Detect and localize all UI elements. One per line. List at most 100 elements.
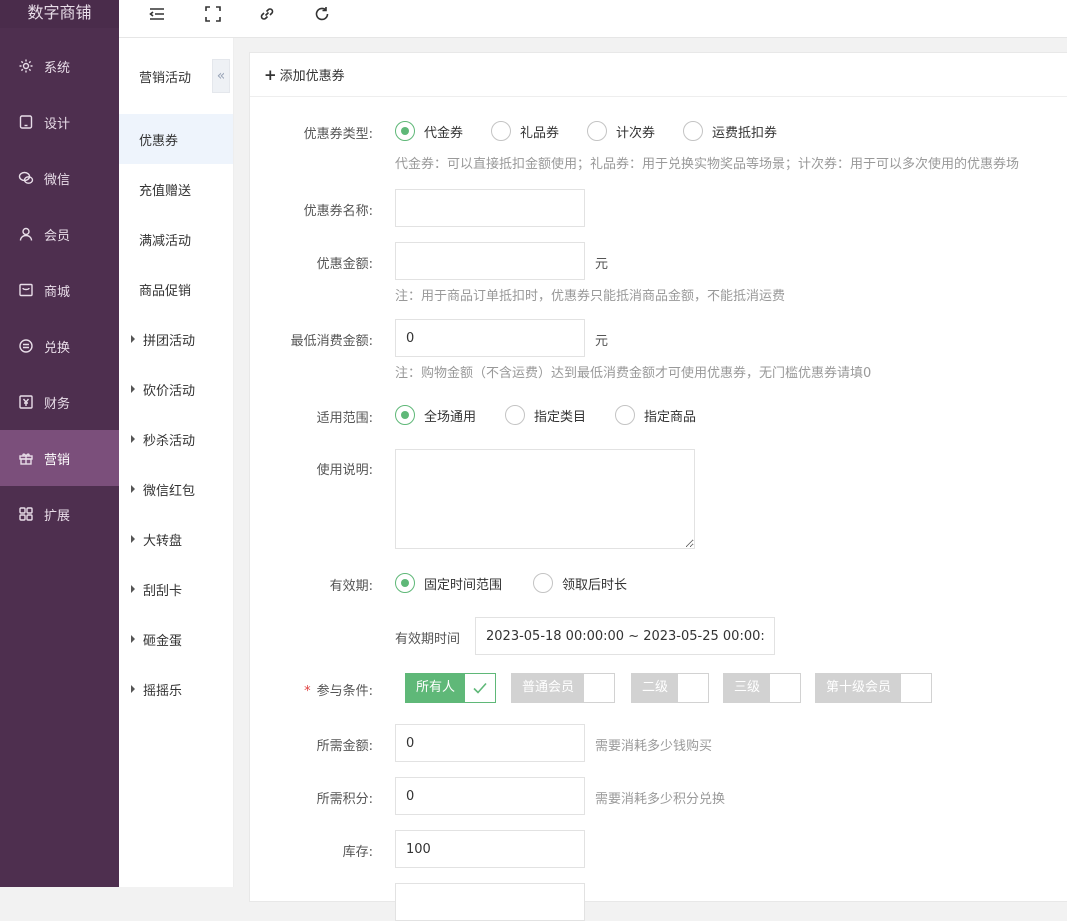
- radio-type-gift[interactable]: 礼品券: [491, 121, 559, 141]
- wechat-icon: [18, 170, 34, 186]
- sub-item-label: 砸金蛋: [143, 633, 183, 649]
- sub-item-group-buy[interactable]: 拼团活动: [119, 314, 233, 364]
- condition-level10-checkbox[interactable]: 第十级会员: [815, 673, 933, 703]
- nav-label: 兑换: [44, 340, 71, 356]
- nav-item-exchange[interactable]: 兑换: [0, 318, 119, 374]
- caret-right-icon: [131, 635, 135, 643]
- condition-level3-checkbox[interactable]: 三级: [723, 673, 802, 703]
- radio-label: 指定商品: [644, 409, 697, 425]
- points-input[interactable]: [395, 777, 585, 815]
- nav-item-extend[interactable]: 扩展: [0, 486, 119, 542]
- sub-item-recharge-gift[interactable]: 充值赠送: [119, 164, 233, 214]
- sub-item-full-reduction[interactable]: 满减活动: [119, 214, 233, 264]
- condition-all-checkbox[interactable]: 所有人: [405, 673, 497, 703]
- nav-item-marketing[interactable]: 营销: [0, 430, 119, 486]
- tag-label: 第十级会员: [816, 674, 902, 702]
- radio-label: 礼品券: [520, 125, 560, 141]
- plus-icon: +: [264, 65, 277, 84]
- radio-circle: [395, 573, 415, 593]
- sub-item-label: 商品促销: [139, 283, 192, 299]
- condition-level2-checkbox[interactable]: 二级: [631, 673, 710, 703]
- sub-item-bargain[interactable]: 砍价活动: [119, 364, 233, 414]
- shop-icon: [18, 282, 34, 298]
- sub-item-label: 摇摇乐: [143, 683, 183, 699]
- top-toolbar: [119, 0, 1067, 38]
- link-icon[interactable]: [257, 4, 277, 24]
- description-textarea[interactable]: [395, 449, 695, 549]
- radio-circle: [395, 121, 415, 141]
- amount-unit: 元: [595, 257, 609, 272]
- min-spend-input[interactable]: [395, 319, 585, 357]
- radio-type-count[interactable]: 计次券: [587, 121, 655, 141]
- fullscreen-icon[interactable]: [203, 4, 223, 24]
- nav-item-wechat[interactable]: 微信: [0, 150, 119, 206]
- tag-label: 二级: [632, 674, 679, 702]
- next-field-input[interactable]: [395, 883, 585, 921]
- radio-scope-product[interactable]: 指定商品: [615, 405, 696, 425]
- nav-label: 营销: [44, 452, 71, 468]
- sub-item-scratch-card[interactable]: 刮刮卡: [119, 564, 233, 614]
- amount-hint: 注：用于商品订单抵扣时，优惠券只能抵消商品金额，不能抵消运费: [395, 289, 786, 304]
- caret-right-icon: [131, 485, 135, 493]
- field-label: 优惠券名称:: [303, 204, 373, 219]
- sub-item-label: 优惠券: [139, 133, 179, 149]
- radio-scope-all[interactable]: 全场通用: [395, 405, 476, 425]
- field-label: 最低消费金额:: [290, 334, 373, 349]
- validity-range-input[interactable]: [475, 617, 775, 655]
- nav-label: 系统: [44, 60, 71, 76]
- radio-label: 全场通用: [424, 409, 477, 425]
- radio-label: 指定类目: [534, 409, 587, 425]
- sub-item-shake[interactable]: 摇摇乐: [119, 664, 233, 714]
- nav-label: 微信: [44, 172, 71, 188]
- field-label: 所需金额:: [316, 739, 373, 754]
- radio-validity-after-claim[interactable]: 领取后时长: [533, 573, 627, 593]
- refresh-icon[interactable]: [312, 4, 332, 24]
- sub-item-golden-egg[interactable]: 砸金蛋: [119, 614, 233, 664]
- radio-scope-category[interactable]: 指定类目: [505, 405, 586, 425]
- field-label: 优惠券类型:: [303, 127, 373, 142]
- nav-item-finance[interactable]: 财务: [0, 374, 119, 430]
- radio-label: 运费抵扣券: [712, 125, 778, 141]
- nav-item-member[interactable]: 会员: [0, 206, 119, 262]
- nav-item-system[interactable]: 系统: [0, 38, 119, 94]
- radio-circle: [615, 405, 635, 425]
- nav-label: 会员: [44, 228, 71, 244]
- sub-item-label: 秒杀活动: [143, 433, 196, 449]
- caret-right-icon: [131, 535, 135, 543]
- coupon-amount-input[interactable]: [395, 242, 585, 280]
- tag-label: 普通会员: [512, 674, 585, 702]
- nav-item-design[interactable]: 设计: [0, 94, 119, 150]
- brand-logo: 数字商铺: [0, 0, 119, 28]
- check-icon: [465, 674, 495, 702]
- condition-normal-member-checkbox[interactable]: 普通会员: [511, 673, 616, 703]
- sub-item-product-promo[interactable]: 商品促销: [119, 264, 233, 314]
- radio-type-freight[interactable]: 运费抵扣券: [683, 121, 777, 141]
- tablet-icon: [18, 114, 34, 130]
- radio-circle: [533, 573, 553, 593]
- price-input[interactable]: [395, 724, 585, 762]
- sub-item-coupon[interactable]: 优惠券: [119, 114, 233, 164]
- field-label: 有效期:: [329, 579, 373, 594]
- radio-validity-fixed[interactable]: 固定时间范围: [395, 573, 502, 593]
- sub-item-flash-sale[interactable]: 秒杀活动: [119, 414, 233, 464]
- caret-right-icon: [131, 585, 135, 593]
- radio-label: 领取后时长: [562, 577, 628, 593]
- stock-input[interactable]: [395, 830, 585, 868]
- nav-item-shop[interactable]: 商城: [0, 262, 119, 318]
- sub-item-label: 微信红包: [143, 483, 196, 499]
- radio-type-voucher[interactable]: 代金券: [395, 121, 463, 141]
- price-hint: 需要消耗多少钱购买: [595, 739, 713, 754]
- exchange-icon: [18, 338, 34, 354]
- sub-item-red-packet[interactable]: 微信红包: [119, 464, 233, 514]
- sub-item-wheel[interactable]: 大转盘: [119, 514, 233, 564]
- main-sidebar: 数字商铺 系统 设计 微信 会员 商城 兑换 财务 营销 扩展: [0, 0, 119, 887]
- collapse-sidebar-button[interactable]: «: [212, 59, 230, 93]
- user-icon: [18, 226, 34, 242]
- indent-menu-icon[interactable]: [147, 4, 167, 24]
- min-spend-unit: 元: [595, 334, 609, 349]
- points-hint: 需要消耗多少积分兑换: [595, 792, 726, 807]
- panel-title: 添加优惠券: [279, 69, 345, 84]
- radio-label: 代金券: [424, 125, 464, 141]
- sub-nav-header: 营销活动 «: [119, 38, 233, 114]
- coupon-name-input[interactable]: [395, 189, 585, 227]
